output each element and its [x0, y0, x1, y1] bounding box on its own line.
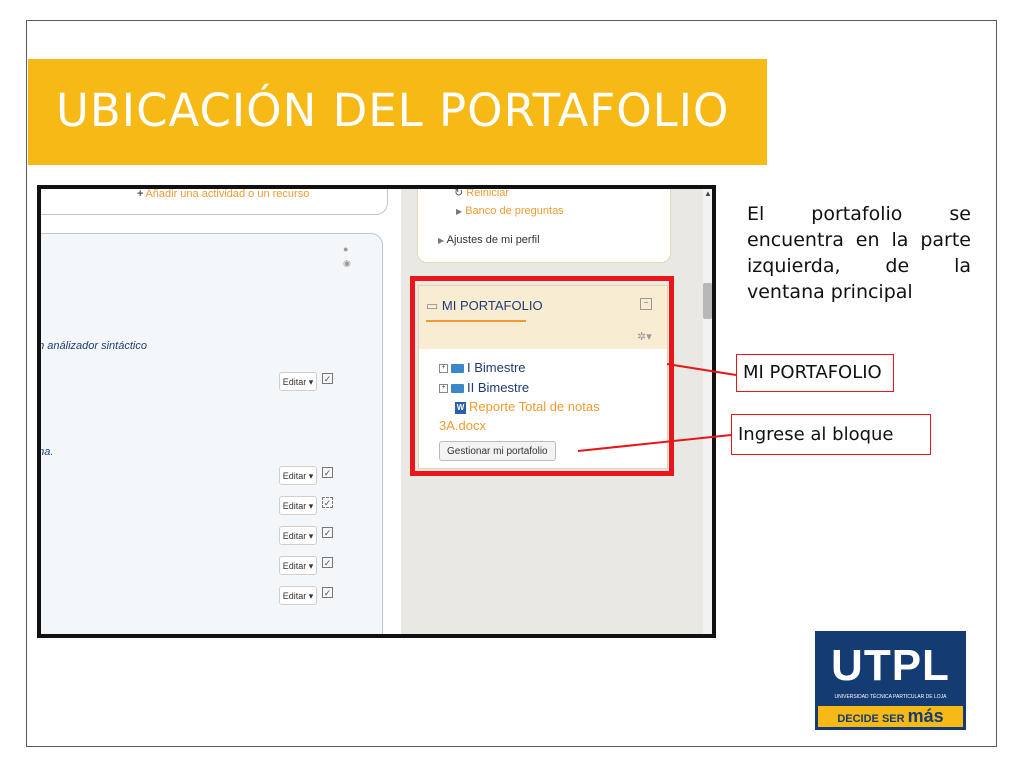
scrollbar-track[interactable] [703, 189, 712, 634]
completion-check-icon[interactable]: ✓ [322, 587, 333, 598]
completion-check-icon[interactable]: ✓ [322, 557, 333, 568]
add-activity-bar: + Añadir una actividad o un recurso [41, 188, 388, 215]
screenshot-panel: + Añadir una actividad o un recurso ● ◉ u… [37, 185, 716, 638]
scroll-up-icon[interactable]: ▲ [704, 189, 712, 198]
edit-button[interactable]: Editar ▾ [279, 466, 317, 485]
triangle-right-icon: ▶ [438, 236, 445, 245]
marker-icon: ● [343, 244, 349, 254]
completion-check-icon[interactable]: ✓ [322, 467, 333, 478]
completion-check-icon[interactable]: ✓ [322, 497, 333, 508]
triangle-right-icon: ▶ [456, 207, 463, 216]
utpl-logo: UTPL UNIVERSIDAD TÉCNICA PARTICULAR DE L… [815, 631, 966, 730]
logo-wordmark: UTPL [831, 641, 950, 690]
edit-button[interactable]: Editar ▾ [279, 586, 317, 605]
reset-icon: ↻ [454, 187, 464, 199]
highlight-frame [410, 276, 674, 476]
activity-text-analyzer: un análizador sintáctico [37, 340, 147, 352]
slide-title: UBICACIÓN DEL PORTAFOLIO [56, 84, 730, 137]
add-activity-link[interactable]: + Añadir una actividad o un recurso [137, 188, 309, 200]
edit-button[interactable]: Editar ▾ [279, 372, 317, 391]
callout-ingrese-bloque: Ingrese al bloque [731, 414, 931, 455]
activity-text-ana: ana. [38, 446, 54, 458]
plus-icon: + [137, 188, 144, 200]
edit-button[interactable]: Editar ▾ [279, 526, 317, 545]
reset-link[interactable]: ↻ Reiniciar [454, 187, 509, 199]
callout-mi-portafolio: MI PORTAFOLIO [736, 354, 894, 392]
settings-block: ↻ Reiniciar ▶ Banco de preguntas ▶ Ajust… [417, 187, 671, 263]
question-bank-link[interactable]: ▶ Banco de preguntas [456, 205, 564, 217]
description-text: El portafolio se encuentra en la parte i… [747, 203, 971, 303]
edit-button[interactable]: Editar ▾ [279, 496, 317, 515]
completion-check-icon[interactable]: ✓ [322, 373, 333, 384]
eye-icon: ◉ [343, 258, 351, 268]
logo-subtitle: UNIVERSIDAD TÉCNICA PARTICULAR DE LOJA [834, 694, 947, 700]
profile-settings-link[interactable]: ▶ Ajustes de mi perfil [438, 234, 540, 246]
scrollbar-thumb[interactable] [703, 283, 712, 319]
edit-button[interactable]: Editar ▾ [279, 556, 317, 575]
completion-check-icon[interactable]: ✓ [322, 527, 333, 538]
activity-panel: ● ◉ un análizador sintáctico ana. Editar… [37, 233, 383, 634]
logo-tagline: DECIDE SER más [818, 706, 963, 727]
